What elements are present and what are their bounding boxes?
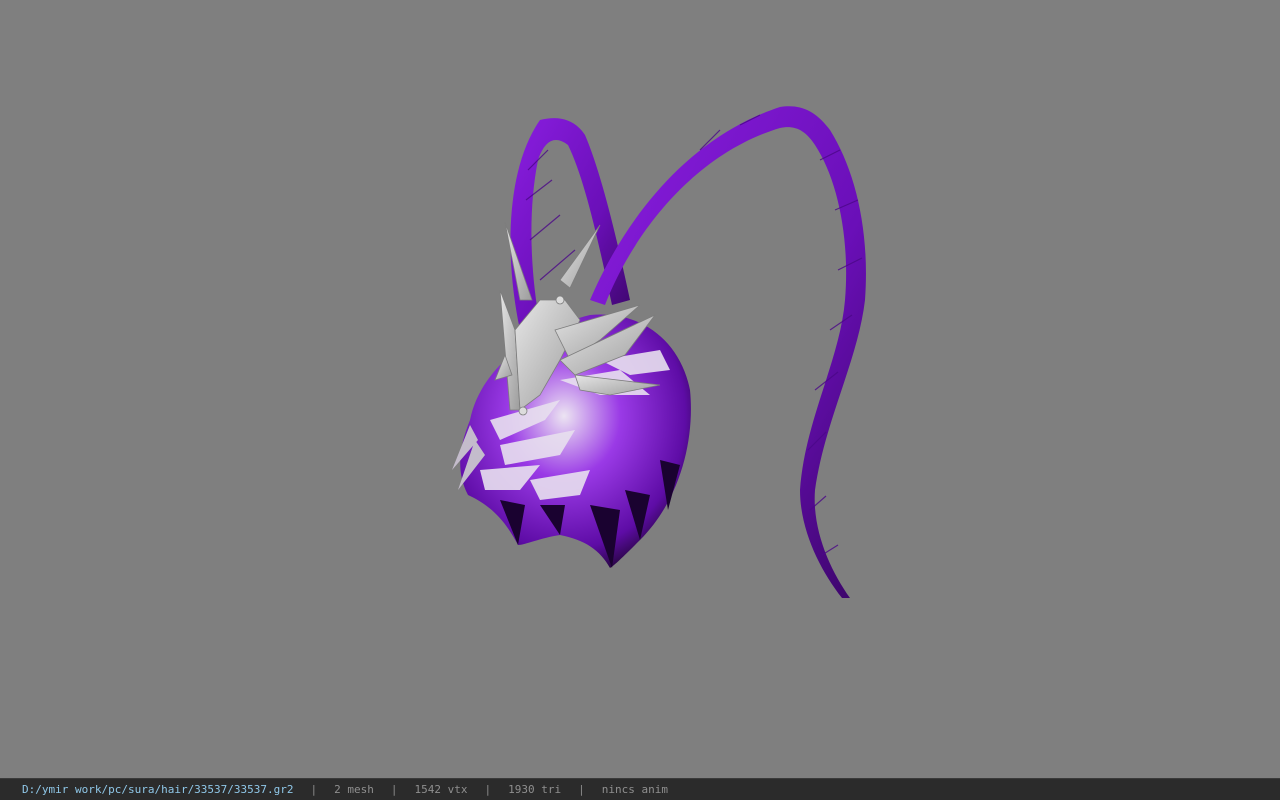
status-separator: |: [390, 783, 398, 796]
hair-model-render: [452, 106, 866, 599]
status-bar: D:/ymir work/pc/sura/hair/33537/33537.gr…: [0, 778, 1280, 800]
status-separator: |: [310, 783, 318, 796]
3d-viewport[interactable]: [0, 0, 1280, 778]
status-separator: |: [578, 783, 585, 796]
status-separator: |: [484, 783, 492, 796]
vertex-count: 1542 vtx: [414, 783, 468, 796]
animation-state: nincs anim: [601, 783, 668, 796]
triangle-count: 1930 tri: [508, 783, 562, 796]
mesh-count: 2 mesh: [334, 783, 374, 796]
file-path: D:/ymir work/pc/sura/hair/33537/33537.gr…: [22, 783, 294, 796]
